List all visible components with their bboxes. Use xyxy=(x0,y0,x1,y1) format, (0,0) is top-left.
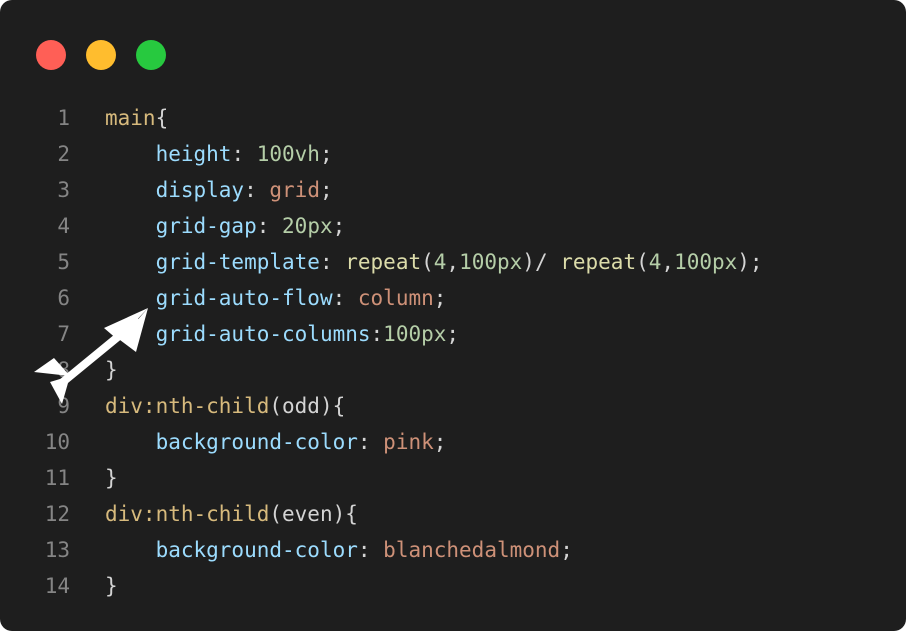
code-token: pink xyxy=(383,430,434,454)
code-line: 11} xyxy=(0,460,906,496)
line-number: 5 xyxy=(57,250,70,274)
code-line: 1 main{ xyxy=(0,100,906,136)
line-number: 12 xyxy=(44,502,70,526)
code-token: : xyxy=(256,214,283,238)
line-number: 1 xyxy=(57,106,70,130)
code-line-content: } xyxy=(105,568,118,604)
code-line-content: } xyxy=(105,460,118,496)
minimize-window-button[interactable] xyxy=(86,40,116,70)
code-token: grid-auto-columns xyxy=(155,322,371,346)
code-line-content: grid-auto-columns:100px; xyxy=(105,316,459,352)
code-token: : xyxy=(244,178,270,202)
code-token: 4 xyxy=(433,250,447,274)
code-token: background-color xyxy=(155,430,358,454)
code-token: grid-gap xyxy=(155,214,257,238)
line-number: 13 xyxy=(44,538,70,562)
code-token: : xyxy=(357,538,384,562)
code-token: repeat xyxy=(345,250,422,274)
code-line: 5 grid-template: repeat(4,100px)/ repeat… xyxy=(0,244,906,280)
code-line: 12 div:nth-child(even){ xyxy=(0,496,906,532)
code-line-content: grid-template: repeat(4,100px)/ repeat(4… xyxy=(105,244,763,280)
maximize-window-button[interactable] xyxy=(136,40,166,70)
line-number: 10 xyxy=(44,430,70,454)
code-token: background-color xyxy=(155,538,358,562)
code-token: : xyxy=(332,286,358,310)
code-token: 100px xyxy=(674,250,738,274)
code-token: : xyxy=(231,142,257,166)
code-token: ; xyxy=(319,178,333,202)
code-token: ( xyxy=(636,250,649,274)
code-line: 2 height: 100vh; xyxy=(0,136,906,172)
code-token: (odd){ xyxy=(269,394,346,418)
code-line-content: main{ xyxy=(105,100,168,136)
code-token: ; xyxy=(319,142,333,166)
code-token: div:nth-child xyxy=(105,502,270,526)
line-number: 2 xyxy=(57,142,70,166)
code-token: (even){ xyxy=(269,502,358,526)
code-token: : xyxy=(370,322,384,346)
close-window-button[interactable] xyxy=(36,40,66,70)
code-token: { xyxy=(155,106,169,130)
code-token: grid xyxy=(269,178,320,202)
code-token: display xyxy=(155,178,245,202)
code-token: ; xyxy=(433,430,447,454)
code-token: ; xyxy=(446,322,460,346)
code-line-content: display: grid; xyxy=(105,172,333,208)
code-token: grid-auto-flow xyxy=(155,286,333,310)
code-token: main xyxy=(105,106,156,130)
code-token: ; xyxy=(433,286,447,310)
code-line-content: height: 100vh; xyxy=(105,136,333,172)
code-window: 1 main{2 height: 100vh; 3 display: grid; 4 … xyxy=(0,0,906,631)
code-line: 14} xyxy=(0,568,906,604)
code-token: column xyxy=(357,286,434,310)
code-line: 10 background-color: pink; xyxy=(0,424,906,460)
code-token: repeat xyxy=(560,250,637,274)
code-token: 100px xyxy=(383,322,447,346)
code-token: } xyxy=(105,466,118,490)
code-token: blanchedalmond xyxy=(383,538,561,562)
code-line-content: grid-gap: 20px; xyxy=(105,208,346,244)
code-token: grid-template xyxy=(155,250,320,274)
code-token: 100px xyxy=(459,250,523,274)
code-token: ; xyxy=(560,538,573,562)
code-line-content: background-color: pink; xyxy=(105,424,447,460)
line-number: 14 xyxy=(44,574,70,598)
line-number: 11 xyxy=(44,466,70,490)
code-token: , xyxy=(446,250,460,274)
code-line: 4 grid-gap: 20px; xyxy=(0,208,906,244)
code-token: : xyxy=(357,430,384,454)
line-number: 4 xyxy=(57,214,70,238)
code-token: : xyxy=(319,250,346,274)
code-token: height xyxy=(155,142,232,166)
line-number: 3 xyxy=(57,178,70,202)
arrow-pointer-icon xyxy=(34,308,148,404)
code-line-content: div:nth-child(even){ xyxy=(105,496,358,532)
code-token: , xyxy=(661,250,675,274)
code-token: 20px xyxy=(282,214,333,238)
code-token: ; xyxy=(332,214,346,238)
code-token: ); xyxy=(737,250,763,274)
code-line: 3 display: grid; xyxy=(0,172,906,208)
code-line-content: background-color: blanchedalmond; xyxy=(105,532,573,568)
code-token: )/ xyxy=(522,250,561,274)
code-line: 13 background-color: blanchedalmond; xyxy=(0,532,906,568)
code-token: } xyxy=(105,574,118,598)
code-token: 100vh xyxy=(256,142,320,166)
code-token: 4 xyxy=(648,250,662,274)
code-token: ( xyxy=(421,250,434,274)
